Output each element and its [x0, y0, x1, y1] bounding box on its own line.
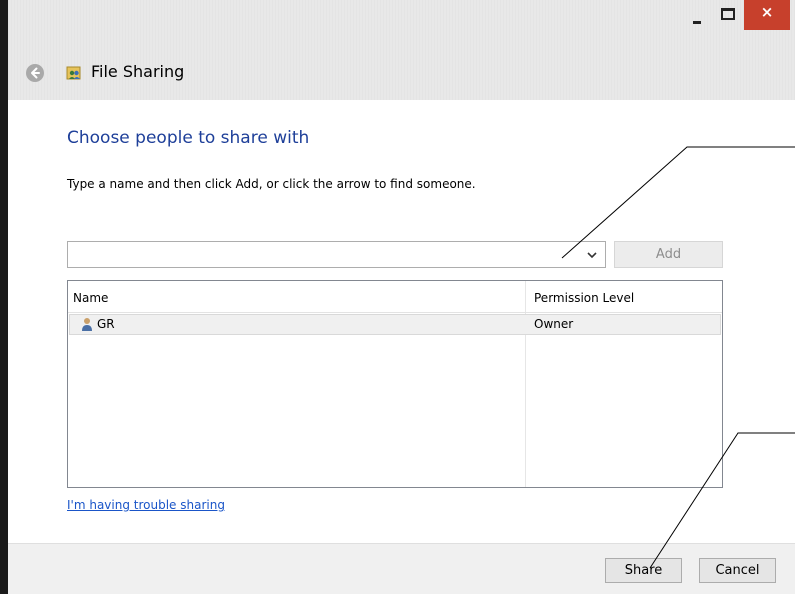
back-arrow-icon [31, 67, 40, 79]
maximize-button[interactable] [713, 0, 741, 30]
page-heading: Choose people to share with [67, 128, 310, 148]
minimize-button[interactable] [683, 0, 711, 30]
navigation-bar: File Sharing [8, 44, 795, 100]
header-divider [68, 312, 722, 313]
instructions-text: Type a name and then click Add, or click… [67, 177, 476, 191]
name-combobox[interactable] [67, 241, 606, 268]
table-row[interactable]: GR Owner [69, 314, 721, 335]
title-bar: × [8, 0, 795, 44]
add-button[interactable]: Add [614, 241, 723, 268]
close-button[interactable]: × [744, 0, 790, 30]
column-header-name[interactable]: Name [73, 291, 108, 305]
file-sharing-icon [66, 66, 81, 80]
cancel-button[interactable]: Cancel [699, 558, 776, 583]
window-title: File Sharing [91, 62, 185, 81]
maximize-icon [721, 8, 735, 20]
trouble-sharing-link[interactable]: I'm having trouble sharing [67, 498, 225, 512]
minimize-icon [693, 21, 701, 24]
share-button[interactable]: Share [605, 558, 682, 583]
close-icon: × [760, 3, 774, 21]
back-button[interactable] [26, 64, 44, 82]
sharing-table: Name Permission Level GR Owner [67, 280, 723, 488]
name-input[interactable] [70, 244, 574, 266]
user-name-cell: GR [97, 317, 115, 331]
footer-bar: Share Cancel [8, 543, 795, 594]
permission-cell[interactable]: Owner [534, 317, 573, 331]
user-icon [82, 318, 92, 331]
chevron-down-icon[interactable] [583, 246, 601, 264]
content-panel: Choose people to share with Type a name … [8, 100, 795, 543]
column-header-permission[interactable]: Permission Level [534, 291, 634, 305]
